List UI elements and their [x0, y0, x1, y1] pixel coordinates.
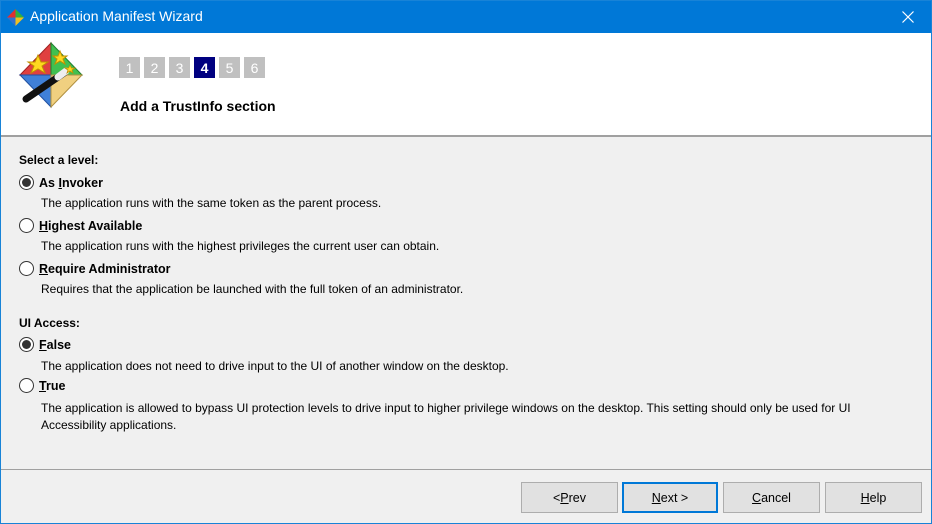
- radio-button[interactable]: [19, 261, 34, 276]
- radio-description: The application runs with the same token…: [41, 196, 382, 210]
- step-3: 3: [169, 57, 190, 78]
- level-group-label: Select a level:: [19, 153, 99, 167]
- radio-as-invoker[interactable]: As Invoker: [19, 175, 103, 190]
- radio-button-checked[interactable]: [19, 337, 34, 352]
- wizard-header: 1 2 3 4 5 6 Add a TrustInfo section: [1, 33, 931, 137]
- radio-label: As Invoker: [39, 175, 103, 190]
- radio-label: False: [39, 337, 71, 352]
- radio-require-administrator[interactable]: Require Administrator: [19, 261, 171, 276]
- step-4-current: 4: [194, 57, 215, 78]
- radio-ui-access-false[interactable]: False: [19, 337, 71, 352]
- wizard-window: Application Manifest Wizard 1 2 3 4 5 6 …: [0, 0, 932, 524]
- step-1: 1: [119, 57, 140, 78]
- radio-ui-access-true[interactable]: True: [19, 378, 65, 393]
- radio-description: The application runs with the highest pr…: [41, 239, 440, 253]
- ui-access-group-label: UI Access:: [19, 316, 80, 330]
- next-button[interactable]: Next >: [622, 482, 718, 513]
- radio-label: Require Administrator: [39, 261, 171, 276]
- title-bar: Application Manifest Wizard: [1, 1, 931, 33]
- radio-button[interactable]: [19, 218, 34, 233]
- radio-button[interactable]: [19, 378, 34, 393]
- step-5: 5: [219, 57, 240, 78]
- help-button[interactable]: Help: [825, 482, 922, 513]
- radio-description: Requires that the application be launche…: [41, 282, 464, 296]
- prev-button[interactable]: < Prev: [521, 482, 618, 513]
- window-title: Application Manifest Wizard: [30, 8, 203, 24]
- step-2: 2: [144, 57, 165, 78]
- radio-description: The application is allowed to bypass UI …: [41, 401, 851, 432]
- step-6: 6: [244, 57, 265, 78]
- radio-label: Highest Available: [39, 218, 143, 233]
- close-icon: [902, 11, 914, 23]
- wizard-wand-icon: [18, 41, 84, 109]
- close-button[interactable]: [885, 1, 931, 33]
- page-title: Add a TrustInfo section: [120, 98, 276, 114]
- radio-description: The application does not need to drive i…: [41, 359, 509, 373]
- radio-button-checked[interactable]: [19, 175, 34, 190]
- radio-label: True: [39, 378, 66, 393]
- footer-divider: [1, 469, 931, 470]
- cancel-button[interactable]: Cancel: [723, 482, 820, 513]
- app-icon: [7, 9, 24, 26]
- step-indicator: 1 2 3 4 5 6: [119, 57, 265, 78]
- radio-highest-available[interactable]: Highest Available: [19, 218, 142, 233]
